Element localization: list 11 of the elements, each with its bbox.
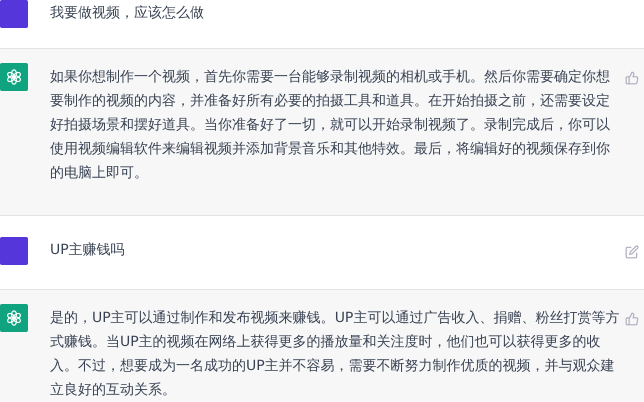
logo-icon <box>5 68 23 86</box>
message-text: 我要做视频，应该怎么做 <box>50 4 205 23</box>
message-text: 如果你想制作一个视频，首先你需要一台能够录制视频的相机或手机。然后你需要确定你想要制作的视频的内容，并准备好所有必要的拍摄工具和道具。在开始拍摄之前，还需要设定好拍摄场景和摆好道具。当你准备好了一切，就可以开始录制视频了。录制完成后，你可以使用视频编辑软件来编辑视频并添加背景音乐和其他特效。最后，将编辑好的视频保存到你的电脑上即可。 <box>50 68 611 183</box>
message-text: 是的，UP主可以通过制作和发布视频来赚钱。UP主可以通过广告收入、捐赠、粉丝打赏等方式赚钱。当UP主的视频在网络上获得更多的播放量和关注度时，他们也可以获得更多的收入。不过，想要成为一名成功的UP主并不容易，需要不断努力制作优质的视频，并与观众建立良好的互动关系。 <box>50 309 620 400</box>
edit-button[interactable] <box>625 245 639 259</box>
thumbs-up-button[interactable] <box>625 312 639 326</box>
user-avatar <box>0 0 28 28</box>
thumbs-up-button[interactable] <box>625 71 639 85</box>
logo-icon <box>5 309 23 327</box>
message-text: UP主赚钱吗 <box>50 241 126 260</box>
user-avatar <box>0 237 28 265</box>
